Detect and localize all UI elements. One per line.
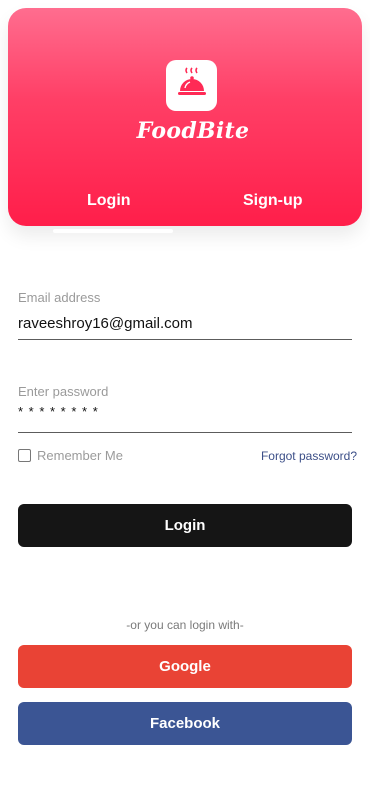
- tab-login[interactable]: Login: [87, 192, 131, 210]
- forgot-password-link[interactable]: Forgot password?: [261, 449, 357, 463]
- active-tab-indicator: [53, 229, 173, 233]
- google-login-button[interactable]: Google: [18, 645, 352, 688]
- login-button[interactable]: Login: [18, 504, 352, 547]
- remember-checkbox[interactable]: [18, 449, 31, 462]
- password-label: Enter password: [18, 384, 109, 399]
- email-label: Email address: [18, 290, 101, 305]
- password-field[interactable]: * * * * * * * *: [18, 404, 99, 419]
- remember-me[interactable]: Remember Me: [18, 448, 123, 463]
- food-cloche-icon: [175, 66, 209, 105]
- facebook-login-button[interactable]: Facebook: [18, 702, 352, 745]
- app-name: FoodBite: [136, 118, 250, 144]
- email-underline: [18, 339, 352, 340]
- social-login-divider: -or you can login with-: [126, 618, 244, 632]
- remember-label: Remember Me: [37, 448, 123, 463]
- email-field[interactable]: raveeshroy16@gmail.com: [18, 315, 192, 332]
- password-underline: [18, 432, 352, 433]
- app-header: FoodBite Login Sign-up: [8, 8, 362, 233]
- app-logo: [166, 60, 217, 111]
- tab-signup[interactable]: Sign-up: [243, 192, 303, 210]
